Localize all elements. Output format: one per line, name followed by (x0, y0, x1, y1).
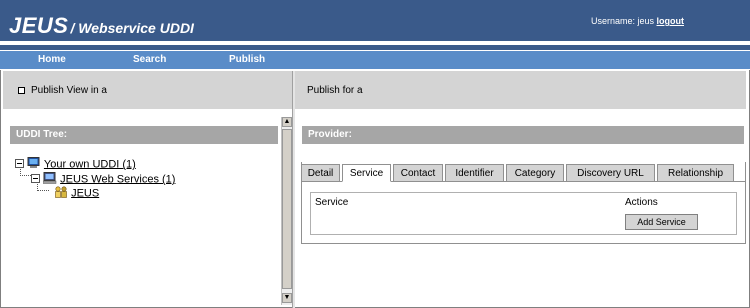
tree-label[interactable]: JEUS (71, 187, 99, 199)
tab-discovery-url[interactable]: Discovery URL (566, 164, 655, 182)
tab-service[interactable]: Service (342, 164, 391, 182)
tab-category[interactable]: Category (506, 164, 564, 182)
tree-node-services[interactable]: JEUS Web Services (1) (31, 172, 175, 187)
app-subtitle: / Webservice UDDI (70, 20, 194, 36)
tab-identifier[interactable]: Identifier (445, 164, 504, 182)
username-label: Username: jeus (590, 16, 654, 26)
scroll-thumb[interactable] (282, 129, 292, 289)
provider-title: Provider: (302, 126, 744, 144)
logout-link[interactable]: logout (657, 16, 685, 26)
tree-node-root[interactable]: Your own UDDI (1) (15, 157, 136, 172)
server-icon (42, 172, 57, 187)
people-icon (54, 186, 68, 201)
service-table: Service Actions Add Service (310, 192, 737, 235)
left-scrollbar[interactable]: ▲ ▼ (281, 117, 292, 305)
tree-label[interactable]: JEUS Web Services (1) (60, 173, 175, 185)
app-header: JEUS / Webservice UDDI Username: jeus log… (0, 0, 750, 43)
checkbox-icon (18, 87, 25, 94)
scroll-down-icon[interactable]: ▼ (282, 293, 292, 303)
collapse-icon[interactable] (31, 173, 40, 186)
frame-splitter[interactable] (292, 71, 295, 308)
right-banner-text: Publish for a (307, 85, 363, 96)
left-banner-text: Publish View in a (31, 85, 107, 96)
uddi-tree-title-text: UDDI Tree: (16, 129, 68, 140)
nav-home[interactable]: Home (38, 54, 66, 65)
nav-search[interactable]: Search (133, 54, 166, 65)
actions-column-header: Actions (625, 197, 658, 208)
collapse-icon[interactable] (15, 158, 24, 171)
tree-node-jeus[interactable]: JEUS (54, 186, 99, 201)
tree-label[interactable]: Your own UDDI (1) (44, 158, 136, 170)
scroll-up-icon[interactable]: ▲ (282, 117, 292, 127)
left-banner: Publish View in a (3, 71, 292, 109)
tab-contact[interactable]: Contact (393, 164, 443, 182)
computer-icon (27, 157, 41, 172)
main-nav: Home Search Publish (0, 51, 750, 69)
app-logo: JEUS (9, 13, 69, 38)
nav-publish[interactable]: Publish (229, 54, 265, 65)
service-column-header: Service (315, 197, 349, 208)
brand: JEUS / Webservice UDDI (9, 13, 194, 39)
user-info: Username: jeus logout (591, 16, 684, 26)
uddi-tree-title: UDDI Tree: (10, 126, 278, 144)
tab-relationship[interactable]: Relationship (657, 164, 734, 182)
provider-title-text: Provider: (308, 129, 352, 140)
add-service-button[interactable]: Add Service (625, 214, 698, 230)
tab-detail[interactable]: Detail (301, 164, 340, 182)
header-divider (0, 45, 750, 50)
right-banner: Publish for a (295, 71, 746, 109)
